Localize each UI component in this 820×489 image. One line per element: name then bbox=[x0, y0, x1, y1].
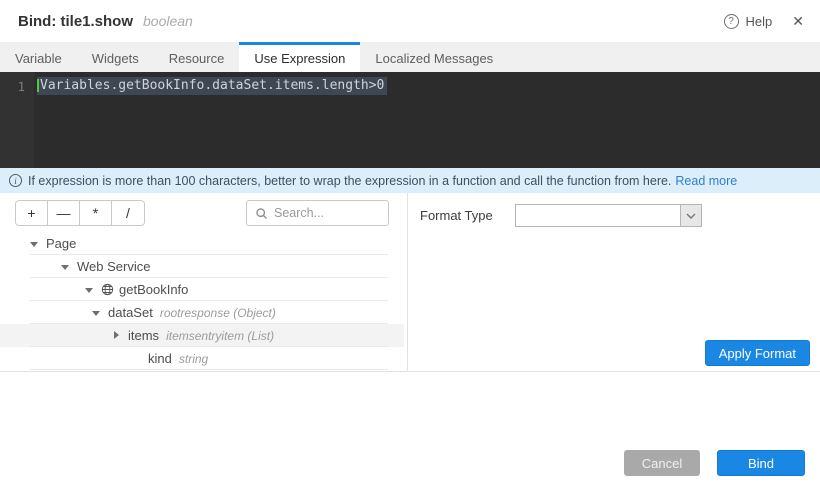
header-actions: ? Help ✕ bbox=[724, 14, 804, 29]
hint-message: If expression is more than 100 character… bbox=[28, 174, 671, 188]
node-label: items bbox=[128, 328, 159, 343]
bound-property-type: boolean bbox=[143, 13, 193, 29]
format-panel: Format Type Apply Format bbox=[408, 193, 820, 371]
editor-caret bbox=[37, 79, 39, 92]
close-icon[interactable]: ✕ bbox=[792, 14, 804, 28]
tab-widgets[interactable]: Widgets bbox=[77, 42, 154, 72]
plus-operator-button[interactable]: + bbox=[16, 201, 48, 225]
tree-node-kind[interactable]: kind string bbox=[0, 347, 404, 370]
format-type-select[interactable] bbox=[515, 204, 702, 227]
info-icon: i bbox=[9, 174, 22, 187]
section-divider bbox=[0, 371, 820, 372]
help-icon[interactable]: ? bbox=[724, 14, 739, 29]
tab-localized-messages[interactable]: Localized Messages bbox=[360, 42, 508, 72]
variables-tree: PageWeb Service getBookInfo dataSet rootres… bbox=[0, 232, 407, 370]
node-label: Page bbox=[46, 236, 76, 251]
line-number: 1 bbox=[18, 80, 25, 94]
tab-resource[interactable]: Resource bbox=[154, 42, 240, 72]
caret-spacer bbox=[132, 354, 141, 363]
expression-text[interactable]: Variables.getBookInfo.dataSet.items.leng… bbox=[37, 77, 387, 95]
dialog-header: Bind: tile1.show boolean ? Help ✕ bbox=[0, 0, 820, 42]
node-label: getBookInfo bbox=[119, 282, 188, 297]
search-box[interactable] bbox=[246, 200, 389, 226]
tree-node-items[interactable]: items itemsentryitem (List) bbox=[0, 324, 404, 347]
operator-button-group: +—*/ bbox=[15, 200, 145, 226]
node-type: itemsentryitem (List) bbox=[166, 329, 274, 343]
tree-node-page[interactable]: Page bbox=[0, 232, 404, 255]
tree-node-web-service[interactable]: Web Service bbox=[0, 255, 404, 278]
editor-code-area[interactable]: Variables.getBookInfo.dataSet.items.leng… bbox=[34, 72, 820, 168]
web-service-icon bbox=[101, 283, 114, 296]
read-more-link[interactable]: Read more bbox=[675, 174, 737, 188]
caret-right-icon[interactable] bbox=[112, 331, 121, 340]
format-type-label: Format Type bbox=[420, 208, 493, 223]
tab-bar: VariableWidgetsResourceUse ExpressionLoc… bbox=[0, 42, 820, 72]
expression-hint-bar: i If expression is more than 100 charact… bbox=[0, 168, 820, 193]
cancel-button[interactable]: Cancel bbox=[624, 450, 700, 476]
main-split: +—*/ PageWeb Service getBookInfo dataSet ro… bbox=[0, 193, 820, 371]
caret-down-icon[interactable] bbox=[92, 308, 101, 317]
format-type-row: Format Type bbox=[420, 204, 820, 227]
tab-use-expression[interactable]: Use Expression bbox=[239, 42, 360, 72]
search-icon bbox=[255, 207, 268, 220]
variables-panel: +—*/ PageWeb Service getBookInfo dataSet ro… bbox=[0, 193, 408, 371]
divide-operator-button[interactable]: / bbox=[112, 201, 144, 225]
node-label: dataSet bbox=[108, 305, 153, 320]
tab-variable[interactable]: Variable bbox=[0, 42, 77, 72]
node-type: string bbox=[179, 352, 208, 366]
minus-operator-button[interactable]: — bbox=[48, 201, 80, 225]
chevron-down-icon[interactable] bbox=[680, 205, 701, 226]
search-input[interactable] bbox=[274, 206, 380, 220]
expression-editor[interactable]: 1 Variables.getBookInfo.dataSet.items.le… bbox=[0, 72, 820, 168]
tree-node-getbookinfo[interactable]: getBookInfo bbox=[0, 278, 404, 301]
tree-node-dataset[interactable]: dataSet rootresponse (Object) bbox=[0, 301, 404, 324]
caret-down-icon[interactable] bbox=[30, 239, 39, 248]
page-title: Bind: tile1.show bbox=[18, 13, 133, 30]
caret-down-icon[interactable] bbox=[85, 285, 94, 294]
editor-gutter: 1 bbox=[0, 72, 34, 168]
help-link[interactable]: Help bbox=[746, 14, 773, 29]
node-type: rootresponse (Object) bbox=[160, 306, 276, 320]
apply-format-button[interactable]: Apply Format bbox=[705, 340, 810, 366]
multiply-operator-button[interactable]: * bbox=[80, 201, 112, 225]
expression-toolbar: +—*/ bbox=[0, 200, 407, 226]
bind-button[interactable]: Bind bbox=[717, 450, 805, 476]
caret-down-icon[interactable] bbox=[61, 262, 70, 271]
node-label: Web Service bbox=[77, 259, 150, 274]
dialog-footer: Cancel Bind bbox=[624, 450, 805, 476]
node-label: kind bbox=[148, 351, 172, 366]
